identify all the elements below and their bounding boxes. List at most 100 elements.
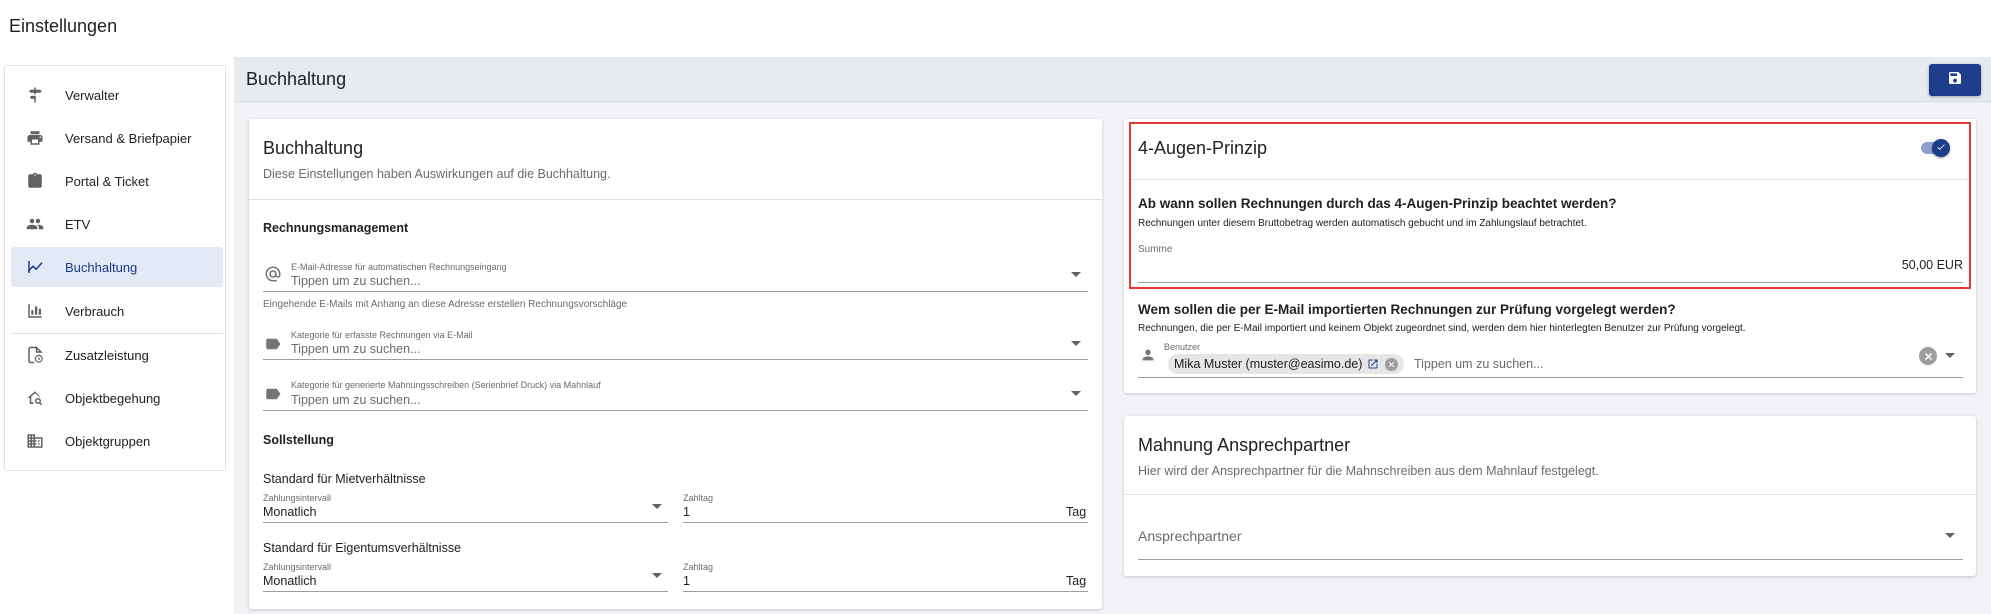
page-title: Buchhaltung: [246, 69, 347, 89]
q2-description: Rechnungen, die per E-Mail importiert un…: [1138, 323, 1746, 334]
clipboard-icon: [25, 171, 45, 191]
miet-interval-select[interactable]: Monatlich: [263, 505, 317, 519]
miet-day-underline: [683, 522, 1088, 523]
buchhaltung-card-title: Buchhaltung: [263, 138, 364, 158]
buchhaltung-card: [249, 119, 1102, 609]
email-field-label: E-Mail-Adresse für automatischen Rechnun…: [291, 262, 507, 272]
sidebar-item-label: Objektbegehung: [65, 390, 161, 406]
eigentum-day-unit: Tag: [1066, 574, 1087, 588]
settings-sidebar: Verwalter Versand & Briefpapier Portal &…: [4, 65, 226, 471]
document-clock-icon: [25, 345, 45, 365]
miet-interval-dropdown[interactable]: [652, 504, 662, 509]
category-mahnung-underline: [263, 410, 1088, 411]
category-email-field[interactable]: Tippen um zu suchen...: [291, 342, 420, 356]
sidebar-item-label: Verbrauch: [65, 303, 125, 319]
email-field-underline: [263, 291, 1088, 292]
buchhaltung-card-subtitle: Diese Einstellungen haben Auswirkungen a…: [263, 167, 611, 181]
people-icon: [25, 214, 45, 234]
sidebar-item-label: Portal & Ticket: [65, 173, 149, 189]
user-chip: Mika Muster (muster@easimo.de): [1168, 354, 1405, 374]
ansprechpartner-select[interactable]: Ansprechpartner: [1138, 528, 1242, 544]
user-field-dropdown[interactable]: [1945, 353, 1955, 358]
chip-remove-icon[interactable]: [1385, 357, 1399, 371]
ansprechpartner-dropdown[interactable]: [1945, 533, 1955, 538]
miet-interval-label: Zahlungsintervall: [263, 493, 332, 503]
category-email-dropdown[interactable]: [1071, 341, 1081, 346]
open-in-new-icon[interactable]: [1367, 358, 1379, 370]
sidebar-item-objektbegehung[interactable]: Objektbegehung: [11, 378, 223, 418]
category-mahnung-dropdown[interactable]: [1071, 391, 1081, 396]
sidebar-item-portal[interactable]: Portal & Ticket: [11, 161, 223, 201]
miet-day-unit: Tag: [1066, 505, 1087, 519]
sum-underline: [1138, 282, 1963, 283]
sum-input[interactable]: 50,00 EUR: [1138, 258, 1963, 272]
miet-interval-underline: [263, 522, 668, 523]
label-icon: [264, 335, 282, 358]
label-icon: [264, 385, 282, 408]
sollstellung-heading: Sollstellung: [263, 433, 334, 447]
printer-icon: [25, 128, 45, 148]
check-icon: [1936, 139, 1946, 157]
rechnungsmanagement-heading: Rechnungsmanagement: [263, 221, 409, 235]
sidebar-item-label: Objektgruppen: [65, 433, 151, 449]
clear-selection-icon[interactable]: [1919, 347, 1937, 365]
bar-chart-icon: [25, 301, 45, 321]
q1-description: Rechnungen unter diesem Bruttobetrag wer…: [1138, 218, 1587, 229]
mahnung-card-title: Mahnung Ansprechpartner: [1138, 435, 1351, 455]
eigentum-day-underline: [683, 591, 1088, 592]
user-search-input[interactable]: Tippen um zu suchen...: [1414, 357, 1543, 371]
sidebar-item-label: Zusatzleistung: [65, 347, 149, 363]
sidebar-item-label: Buchhaltung: [65, 259, 138, 275]
sidebar-item-objektgruppen[interactable]: Objektgruppen: [11, 421, 223, 461]
miet-day-label: Zahltag: [683, 493, 714, 503]
main-header-bar: [234, 57, 1991, 102]
email-field-hint: Eingehende E-Mails mit Anhang an diese A…: [263, 299, 628, 310]
category-email-label: Kategorie für erfasste Rechnungen via E-…: [291, 330, 473, 340]
sidebar-item-zusatzleistung[interactable]: Zusatzleistung: [11, 335, 223, 375]
at-icon: [264, 265, 282, 288]
eigentum-interval-select[interactable]: Monatlich: [263, 574, 317, 588]
chart-line-icon: [25, 257, 45, 277]
eigentum-interval-underline: [263, 591, 668, 592]
eigentum-day-label: Zahltag: [683, 562, 714, 572]
category-email-underline: [263, 359, 1088, 360]
sidebar-item-verbrauch[interactable]: Verbrauch: [11, 291, 223, 331]
vier-augen-toggle[interactable]: [1932, 139, 1950, 157]
building-icon: [25, 431, 45, 451]
user-field-underline: [1138, 377, 1963, 378]
sidebar-item-label: Versand & Briefpapier: [65, 130, 192, 146]
category-mahnung-field[interactable]: Tippen um zu suchen...: [291, 393, 420, 407]
user-icon: [1140, 347, 1156, 368]
sidebar-item-buchhaltung[interactable]: Buchhaltung: [11, 247, 223, 287]
eigentum-title: Standard für Eigentumsverhältnisse: [263, 541, 462, 555]
sidebar-item-label: Verwalter: [65, 87, 120, 103]
save-button[interactable]: [1929, 64, 1981, 96]
q2-heading: Wem sollen die per E-Mail importierten R…: [1138, 302, 1676, 317]
sidebar-divider: [11, 333, 223, 334]
app-title: Einstellungen: [9, 16, 118, 36]
card-divider: [1124, 494, 1976, 495]
sidebar-item-verwalter[interactable]: Verwalter: [11, 75, 223, 115]
ansprechpartner-underline: [1138, 559, 1963, 560]
miet-day-input[interactable]: 1: [683, 505, 690, 519]
floppy-disk-icon: [1947, 70, 1963, 91]
card-divider: [249, 199, 1102, 200]
sidebar-item-label: ETV: [65, 216, 91, 232]
sidebar-item-etv[interactable]: ETV: [11, 204, 223, 244]
user-field-label: Benutzer: [1164, 342, 1201, 352]
miet-title: Standard für Mietverhältnisse: [263, 472, 426, 486]
email-field-dropdown[interactable]: [1071, 272, 1081, 277]
eigentum-interval-dropdown[interactable]: [652, 573, 662, 578]
sum-label: Summe: [1138, 244, 1173, 255]
card-divider: [1131, 179, 1969, 180]
category-mahnung-label: Kategorie für generierte Mahnungsschreib…: [291, 380, 601, 390]
user-chip-label: Mika Muster (muster@easimo.de): [1174, 357, 1363, 371]
eigentum-interval-label: Zahlungsintervall: [263, 562, 332, 572]
signpost-icon: [25, 85, 45, 105]
vier-augen-title: 4-Augen-Prinzip: [1138, 138, 1268, 158]
q1-heading: Ab wann sollen Rechnungen durch das 4-Au…: [1138, 196, 1617, 211]
email-field[interactable]: Tippen um zu suchen...: [291, 274, 420, 288]
eigentum-day-input[interactable]: 1: [683, 574, 690, 588]
sidebar-item-versand[interactable]: Versand & Briefpapier: [11, 118, 223, 158]
mahnung-card-subtitle: Hier wird der Ansprechpartner für die Ma…: [1138, 464, 1599, 478]
